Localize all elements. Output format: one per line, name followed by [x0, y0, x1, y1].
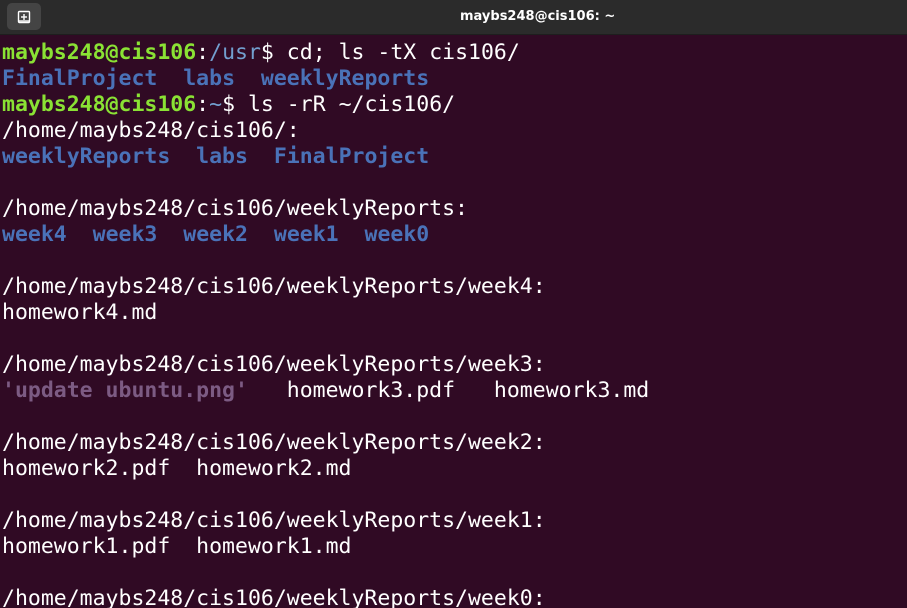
prompt-colon: :	[196, 92, 210, 117]
output-line: homework2.pdf homework2.md	[0, 456, 907, 482]
prompt-path: /usr	[209, 40, 261, 65]
directory-entry: week1	[273, 222, 339, 247]
prompt-dollar: $	[260, 40, 274, 65]
output-line: homework4.md	[0, 300, 907, 326]
prompt-path: ~	[209, 92, 223, 117]
directory-entry: week0	[364, 222, 430, 247]
directory-entry: FinalProject	[273, 144, 430, 169]
output-line: weeklyReports labs FinalProject	[0, 144, 907, 170]
file-entry: homework1.md	[196, 534, 352, 559]
file-entry: homework4.md	[2, 300, 158, 325]
terminal-window: maybs248@cis106: ~ maybs248@cis106:/usr$…	[0, 0, 907, 608]
listing-header: /home/maybs248/cis106/:	[2, 118, 300, 143]
title-bar: maybs248@cis106: ~	[0, 0, 907, 35]
output-line: week4 week3 week2 week1 week0	[0, 222, 907, 248]
output-line: FinalProject labs weeklyReports	[0, 66, 907, 92]
listing-header: /home/maybs248/cis106/weeklyReports:	[2, 196, 468, 221]
command-text: ls -rR ~/cis106/	[235, 92, 456, 117]
listing-header: /home/maybs248/cis106/weeklyReports/week…	[2, 508, 546, 533]
command-text: cd; ls -tX cis106/	[273, 40, 520, 65]
directory-entry: FinalProject	[2, 66, 158, 91]
file-entry: homework3.md	[493, 378, 650, 403]
prompt-line: maybs248@cis106:~$ ls -rR ~/cis106/	[0, 92, 907, 118]
directory-entry: week3	[92, 222, 158, 247]
directory-entry: weeklyReports	[260, 66, 430, 91]
file-entry: homework1.pdf	[2, 534, 171, 559]
output-line: 'update ubuntu.png' homework3.pdf homewo…	[0, 378, 907, 404]
directory-entry: weeklyReports	[2, 144, 171, 169]
directory-entry: week2	[183, 222, 248, 247]
prompt-dollar: $	[222, 92, 236, 117]
directory-entry: labs	[183, 66, 236, 91]
listing-header: /home/maybs248/cis106/weeklyReports/week…	[2, 586, 546, 608]
listing-header: /home/maybs248/cis106/weeklyReports/week…	[2, 274, 546, 299]
directory-entry: week4	[2, 222, 67, 247]
directory-entry: labs	[196, 144, 248, 169]
window-title: maybs248@cis106: ~	[460, 9, 616, 24]
file-entry: homework2.md	[196, 456, 352, 481]
file-entry-quoted: 'update ubuntu.png'	[2, 378, 248, 403]
file-entry: homework2.pdf	[2, 456, 171, 481]
file-entry: homework3.pdf	[286, 378, 456, 403]
prompt-user: maybs248@cis106	[2, 92, 197, 117]
listing-header: /home/maybs248/cis106/weeklyReports/week…	[2, 430, 546, 455]
output-line: homework1.pdf homework1.md	[0, 534, 907, 560]
prompt-colon: :	[196, 40, 210, 65]
listing-header: /home/maybs248/cis106/weeklyReports/week…	[2, 352, 546, 377]
terminal-output[interactable]: maybs248@cis106:/usr$ cd; ls -tX cis106/…	[0, 40, 907, 608]
prompt-line: maybs248@cis106:/usr$ cd; ls -tX cis106/	[0, 40, 907, 66]
prompt-user: maybs248@cis106	[2, 40, 197, 65]
